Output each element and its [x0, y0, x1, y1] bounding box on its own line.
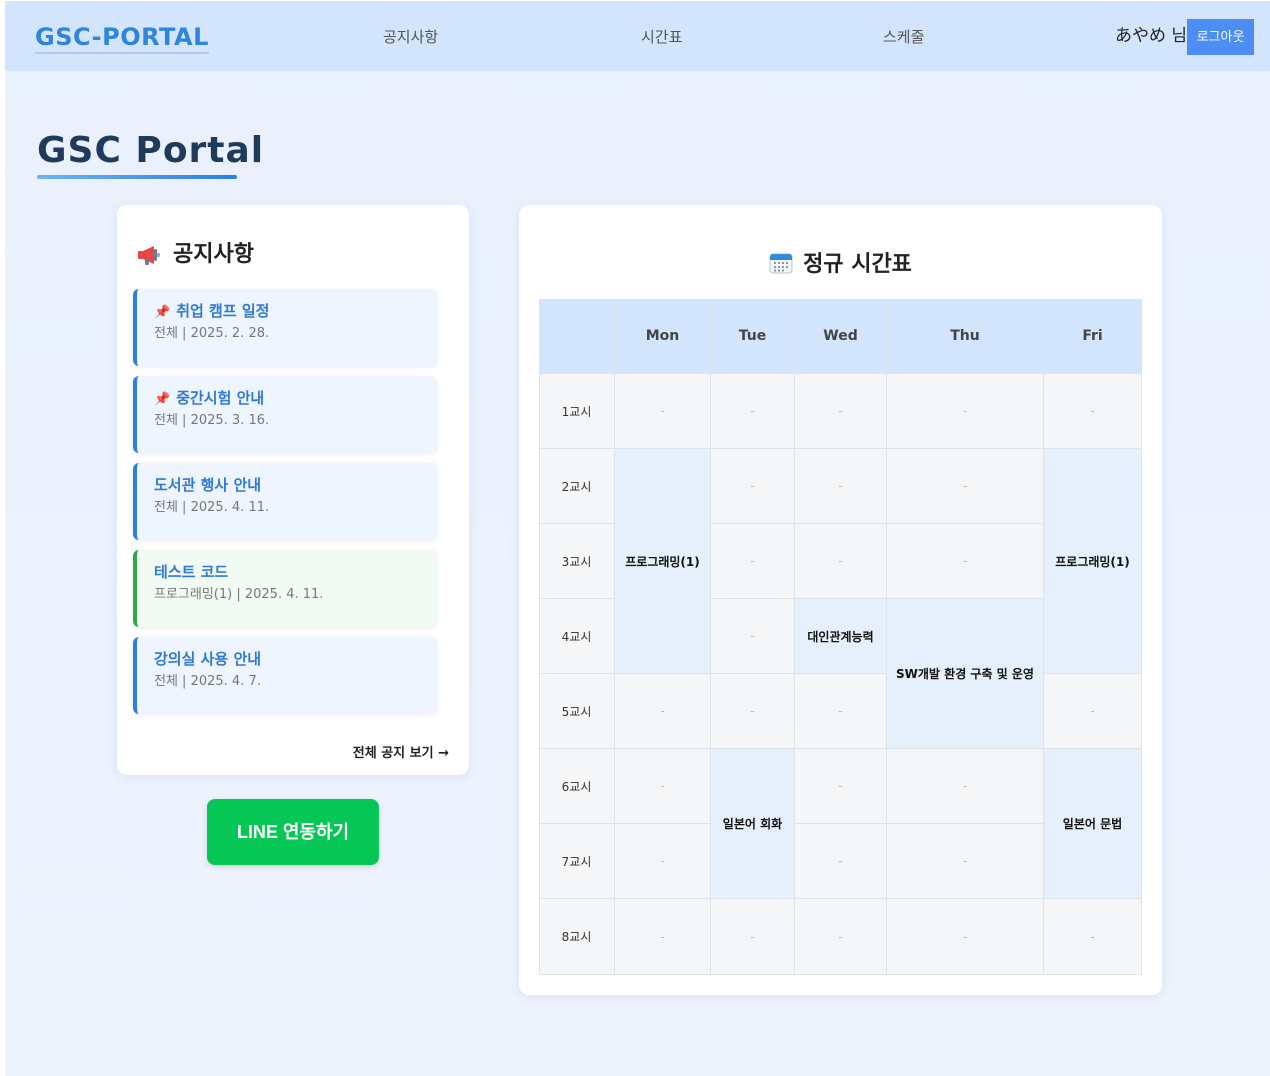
- notice-item[interactable]: 강의실 사용 안내 전체 | 2025. 4. 7.: [133, 637, 437, 714]
- period-label: 8교시: [539, 899, 615, 975]
- title-underline: [37, 175, 237, 179]
- course-block[interactable]: 프로그래밍(1): [1044, 449, 1142, 674]
- empty-slot: -: [1044, 674, 1142, 749]
- empty-slot: -: [887, 374, 1044, 449]
- period-label: 5교시: [539, 674, 615, 749]
- empty-slot: -: [615, 824, 711, 899]
- empty-slot: -: [887, 449, 1044, 524]
- page-background: GSC-PORTAL 공지사항 시간표 스케줄 あやめ 님 로그아웃 GSC P…: [5, 1, 1270, 1076]
- page-title: GSC Portal: [37, 130, 265, 171]
- logout-button[interactable]: 로그아웃: [1187, 19, 1254, 55]
- notice-meta: 전체 | 2025. 4. 7.: [154, 674, 261, 689]
- day-header: Fri: [1044, 299, 1142, 374]
- course-block[interactable]: 대인관계능력: [795, 599, 887, 674]
- notice-meta: 전체 | 2025. 3. 16.: [154, 413, 270, 428]
- empty-slot: -: [615, 749, 711, 824]
- day-header: Wed: [795, 299, 887, 374]
- notice-title: 도서관 행사 안내: [154, 476, 262, 494]
- period-label: 4교시: [539, 599, 615, 674]
- empty-slot: -: [615, 899, 711, 975]
- nav-notices[interactable]: 공지사항: [383, 27, 438, 47]
- period-label: 3교시: [539, 524, 615, 599]
- empty-slot: -: [795, 899, 887, 975]
- notice-title: 📌 취업 캠프 일정: [154, 302, 270, 320]
- timetable-heading: 정규 시간표: [519, 251, 1162, 279]
- empty-slot: -: [887, 899, 1044, 975]
- empty-slot: -: [795, 749, 887, 824]
- notice-meta: 전체 | 2025. 2. 28.: [154, 326, 270, 341]
- corner-header: [539, 299, 615, 374]
- empty-slot: -: [887, 524, 1044, 599]
- calendar-icon: [769, 253, 793, 274]
- notice-item[interactable]: 테스트 코드 프로그래밍(1) | 2025. 4. 11.: [133, 550, 437, 627]
- empty-slot: -: [795, 449, 887, 524]
- empty-slot: -: [711, 599, 795, 674]
- empty-slot: -: [711, 374, 795, 449]
- course-block[interactable]: 프로그래밍(1): [615, 449, 711, 674]
- empty-slot: -: [1044, 374, 1142, 449]
- day-header: Tue: [711, 299, 795, 374]
- empty-slot: -: [795, 524, 887, 599]
- course-block[interactable]: 일본어 회화: [711, 749, 795, 899]
- notice-meta: 프로그래밍(1) | 2025. 4. 11.: [154, 587, 324, 602]
- empty-slot: -: [795, 824, 887, 899]
- empty-slot: -: [887, 749, 1044, 824]
- period-label: 1교시: [539, 374, 615, 449]
- notice-card: 공지사항 📌 취업 캠프 일정 전체 | 2025. 2. 28. 📌 중간시험 안…: [117, 205, 469, 775]
- line-link-button[interactable]: LINE 연동하기: [207, 799, 379, 865]
- pin-icon: 📌: [154, 305, 171, 320]
- notice-item[interactable]: 📌 취업 캠프 일정 전체 | 2025. 2. 28.: [133, 289, 437, 366]
- top-navbar: GSC-PORTAL 공지사항 시간표 스케줄 あやめ 님 로그아웃: [5, 1, 1270, 71]
- empty-slot: -: [711, 449, 795, 524]
- notice-meta: 전체 | 2025. 4. 11.: [154, 500, 270, 515]
- course-block[interactable]: 일본어 문법: [1044, 749, 1142, 899]
- timetable-heading-label: 정규 시간표: [803, 252, 912, 277]
- notice-title: 강의실 사용 안내: [154, 650, 262, 668]
- notice-title: 📌 중간시험 안내: [154, 389, 265, 407]
- period-label: 2교시: [539, 449, 615, 524]
- empty-slot: -: [795, 674, 887, 749]
- timetable-grid: Mon Tue Wed Thu Fri 1교시 2교시 3교시 4교시 5교시 …: [539, 299, 1142, 975]
- course-block[interactable]: SW개발 환경 구축 및 운영: [887, 599, 1044, 749]
- notice-heading-label: 공지사항: [173, 242, 254, 267]
- notice-item[interactable]: 도서관 행사 안내 전체 | 2025. 4. 11.: [133, 463, 437, 540]
- day-header: Thu: [887, 299, 1044, 374]
- user-name: あやめ 님: [1115, 26, 1188, 46]
- nav-schedule[interactable]: 스케줄: [883, 27, 924, 47]
- brand-logo[interactable]: GSC-PORTAL: [35, 23, 209, 54]
- notice-heading: 공지사항: [137, 241, 254, 269]
- empty-slot: -: [711, 899, 795, 975]
- timetable-card: 정규 시간표 Mon Tue Wed Thu Fri 1교시 2교시 3교시 4…: [519, 205, 1162, 995]
- empty-slot: -: [615, 374, 711, 449]
- period-label: 7교시: [539, 824, 615, 899]
- nav-timetable[interactable]: 시간표: [641, 27, 682, 47]
- empty-slot: -: [887, 824, 1044, 899]
- day-header: Mon: [615, 299, 711, 374]
- pin-icon: 📌: [154, 392, 171, 407]
- empty-slot: -: [615, 674, 711, 749]
- empty-slot: -: [711, 524, 795, 599]
- empty-slot: -: [795, 374, 887, 449]
- view-all-notices-link[interactable]: 전체 공지 보기 →: [353, 745, 449, 763]
- notice-item[interactable]: 📌 중간시험 안내 전체 | 2025. 3. 16.: [133, 376, 437, 453]
- empty-slot: -: [1044, 899, 1142, 975]
- period-label: 6교시: [539, 749, 615, 824]
- notice-title: 테스트 코드: [154, 563, 229, 581]
- empty-slot: -: [711, 674, 795, 749]
- megaphone-icon: [138, 246, 160, 265]
